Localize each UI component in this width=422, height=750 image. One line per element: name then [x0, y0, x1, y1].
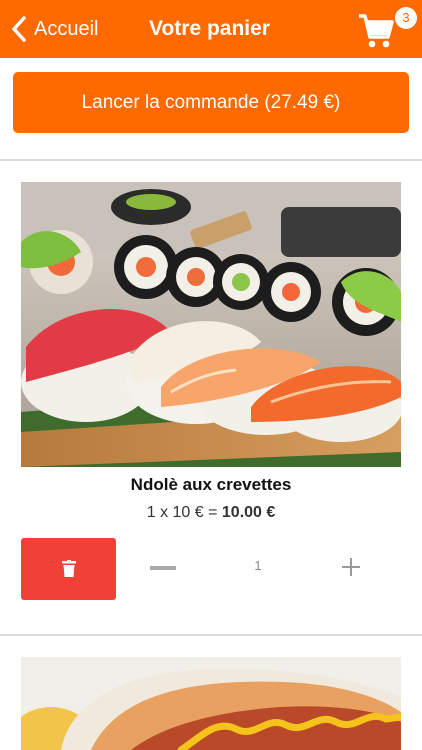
back-label: Accueil — [34, 17, 99, 40]
trash-icon — [61, 560, 76, 577]
item-price-formula: 1 x 10 € = — [146, 504, 222, 521]
chevron-left-icon — [12, 16, 26, 42]
divider — [0, 634, 422, 636]
item-image — [21, 182, 401, 467]
decrease-quantity-button[interactable] — [150, 566, 176, 570]
quantity-value: 1 — [254, 558, 262, 573]
delete-item-button[interactable] — [21, 538, 116, 600]
cart-button[interactable] — [358, 12, 398, 50]
place-order-button[interactable]: Lancer la commande (27.49 €) — [13, 72, 409, 133]
increase-quantity-button[interactable] — [342, 556, 364, 578]
cart-icon — [359, 14, 394, 48]
item-image — [21, 657, 401, 750]
item-price-total: 10.00 € — [221, 504, 276, 521]
item-name: Ndolè aux crevettes — [130, 475, 292, 494]
item-price: 1 x 10 € = 10.00 € — [0, 504, 422, 522]
top-bar: Accueil Votre panier 3 — [0, 0, 422, 58]
back-button[interactable]: Accueil — [10, 14, 98, 44]
divider — [0, 159, 422, 161]
cart-count-badge: 3 — [395, 7, 417, 29]
page-title: Votre panier — [149, 17, 270, 40]
